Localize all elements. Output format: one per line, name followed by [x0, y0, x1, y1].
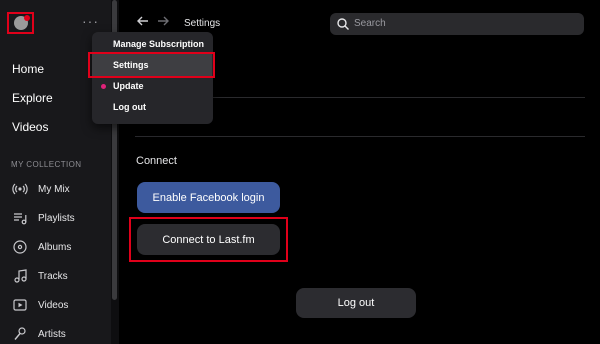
divider	[135, 136, 585, 137]
forward-arrow-icon[interactable]	[156, 14, 170, 31]
logout-button[interactable]: Log out	[296, 288, 416, 318]
enable-facebook-login-button[interactable]: Enable Facebook login	[137, 182, 280, 213]
menu-item-label: Settings	[113, 60, 149, 70]
search-placeholder: Search	[354, 18, 386, 29]
sidebar-item-label: Albums	[38, 241, 72, 253]
search-icon	[336, 17, 350, 31]
menu-item-label: Log out	[113, 102, 146, 112]
microphone-icon	[12, 326, 28, 342]
menu-item-log-out[interactable]: Log out	[92, 97, 213, 117]
avatar-button[interactable]	[7, 12, 34, 34]
menu-item-settings[interactable]: Settings	[92, 55, 213, 75]
connect-heading: Connect	[136, 155, 177, 167]
page-title: Settings	[184, 18, 221, 29]
sidebar-item-albums[interactable]: Albums	[12, 238, 71, 256]
sidebar-item-tracks[interactable]: Tracks	[12, 267, 68, 285]
more-options-button[interactable]: ···	[82, 13, 99, 29]
playlist-icon	[12, 210, 28, 226]
music-note-icon	[12, 268, 28, 284]
update-indicator-dot	[101, 83, 106, 89]
nav-explore[interactable]: Explore	[12, 91, 53, 105]
menu-item-label: Update	[113, 81, 144, 91]
connect-lastfm-button[interactable]: Connect to Last.fm	[137, 224, 280, 255]
sidebar-item-videos[interactable]: Videos	[12, 296, 68, 314]
sidebar-item-playlists[interactable]: Playlists	[12, 209, 75, 227]
menu-item-manage-subscription[interactable]: Manage Subscription	[92, 34, 213, 54]
back-arrow-icon[interactable]	[136, 14, 150, 31]
sidebar-item-label: Videos	[38, 299, 69, 311]
nav-videos[interactable]: Videos	[12, 120, 48, 134]
sidebar-item-label: Artists	[38, 328, 66, 340]
menu-item-label: Manage Subscription	[113, 39, 205, 49]
sidebar-item-artists[interactable]: Artists	[12, 325, 66, 343]
search-input[interactable]: Search	[330, 13, 584, 35]
avatar	[14, 15, 30, 30]
video-icon	[12, 297, 28, 313]
menu-item-update[interactable]: Update	[92, 76, 213, 96]
nav-home[interactable]: Home	[12, 62, 44, 76]
sidebar-item-label: My Mix	[38, 183, 70, 195]
notification-dot	[24, 15, 30, 21]
my-collection-heading: MY COLLECTION	[11, 160, 82, 169]
sidebar-item-my-mix[interactable]: My Mix	[12, 180, 70, 198]
album-icon	[12, 239, 28, 255]
sidebar-item-label: Playlists	[38, 212, 75, 224]
radio-icon	[12, 181, 28, 197]
sidebar-item-label: Tracks	[38, 270, 68, 282]
